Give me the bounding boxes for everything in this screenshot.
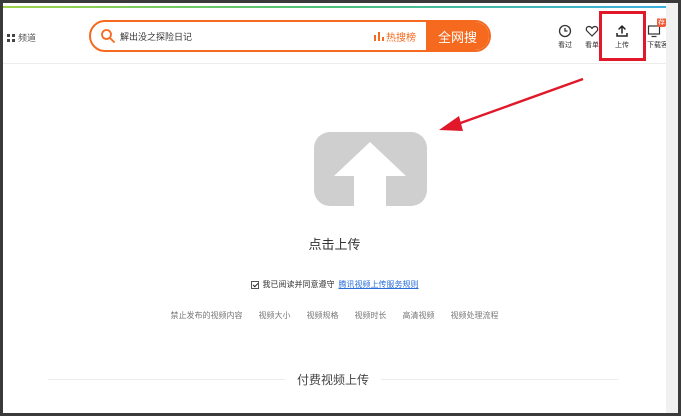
- divider-right: [381, 379, 619, 380]
- recommend-badge: 荐: [657, 18, 666, 27]
- search-bar: 解出没之探险日记 热搜榜 全网搜: [89, 20, 491, 52]
- pointer-arrow: [439, 77, 584, 131]
- paid-upload-section: 付费视频上传: [48, 371, 619, 388]
- channel-label: 频道: [18, 34, 37, 44]
- hot-search-link[interactable]: 热搜榜: [374, 29, 416, 44]
- history-button[interactable]: 看过: [552, 24, 578, 50]
- upload-rules-links: 禁止发布的视频内容 视频大小 视频规格 视频时长 高清视频 视频处理流程: [3, 310, 666, 321]
- agreement-row: 我已阅读并同意遵守 腾讯视频上传服务规则: [3, 279, 666, 290]
- browser-viewport: 频道 解出没之探险日记 热搜榜 全网搜 看过 看单 上传 下载客户 荐 点击上传…: [3, 3, 678, 413]
- rule-link-format[interactable]: 视频规格: [307, 310, 339, 321]
- rule-link-process[interactable]: 视频处理流程: [451, 310, 499, 321]
- search-icon: [101, 29, 115, 43]
- rule-link-size[interactable]: 视频大小: [259, 310, 291, 321]
- scrollbar-track[interactable]: [666, 3, 678, 413]
- click-upload-label[interactable]: 点击上传: [3, 234, 666, 253]
- bar-chart-icon: [374, 32, 384, 41]
- clock-icon: [558, 24, 572, 38]
- rule-link-banned-content[interactable]: 禁止发布的视频内容: [171, 310, 243, 321]
- agreement-text: 我已阅读并同意遵守: [262, 280, 335, 289]
- search-input[interactable]: 解出没之探险日记: [120, 30, 374, 43]
- heart-icon: [585, 25, 599, 37]
- search-button[interactable]: 全网搜: [426, 22, 489, 50]
- service-rules-link[interactable]: 腾讯视频上传服务规则: [339, 279, 419, 290]
- hot-search-label: 热搜榜: [386, 32, 416, 44]
- favorites-label: 看单: [585, 41, 599, 49]
- rule-link-duration[interactable]: 视频时长: [355, 310, 387, 321]
- divider-left: [48, 379, 285, 380]
- header-divider: [3, 63, 666, 64]
- rule-link-hd[interactable]: 高清视频: [403, 310, 435, 321]
- channel-menu[interactable]: 频道: [7, 31, 36, 44]
- grid-icon: [7, 33, 15, 42]
- top-accent-line: [3, 6, 666, 8]
- paid-upload-link[interactable]: 付费视频上传: [297, 371, 369, 388]
- agreement-checkbox[interactable]: [250, 280, 259, 289]
- upload-highlight-box: [599, 11, 646, 61]
- upload-cloud-icon[interactable]: [314, 132, 427, 206]
- history-label: 看过: [558, 41, 572, 49]
